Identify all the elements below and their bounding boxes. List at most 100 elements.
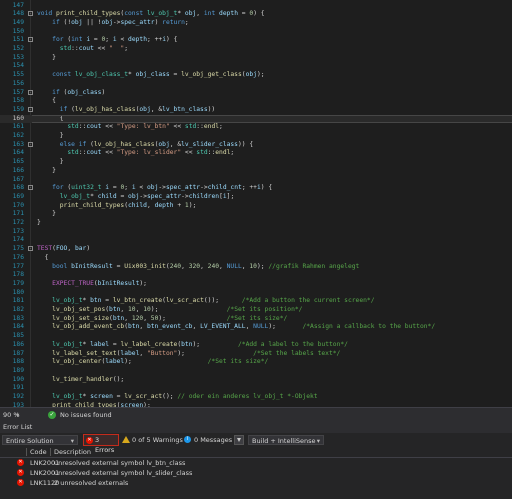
code-line[interactable]: 168- for (uint32_t i = 0; i < obj->spec_… [0,184,512,193]
code-token: * [128,71,136,79]
filter-icon[interactable] [234,435,244,445]
code-line[interactable]: 189 [0,367,512,376]
collapse-icon[interactable]: - [28,37,33,43]
code-line[interactable]: 171 } [0,210,512,219]
code-line[interactable]: 181 lv_obj_t* btn = lv_btn_create(lv_scr… [0,297,512,306]
code-token: if [52,88,64,96]
code-token: ) { [260,184,273,192]
code-line[interactable]: 187 lv_label_set_text(label, "Button"); … [0,350,512,359]
code-line[interactable]: 158 { [0,97,512,106]
code-line[interactable]: 172} [0,219,512,228]
issues-status-text[interactable]: No issues found [60,411,112,419]
code-line[interactable]: 192 lv_obj_t* screen = lv_scr_act(); // … [0,393,512,402]
code-line[interactable]: 173 [0,228,512,237]
code-token: = [112,393,125,400]
code-line[interactable]: 175- TEST(FOO, bar) [0,245,512,254]
error-icon: ✕ [17,469,24,476]
code-token: , [124,314,132,322]
code-line[interactable]: 164 std::cout << "Type: lv_slider" << st… [0,149,512,158]
code-line[interactable]: 170 print_child_types(child, depth + 1); [0,202,512,211]
column-header-description[interactable]: Description [54,447,91,457]
code-line[interactable]: 147 [0,2,512,11]
code-line[interactable]: 185 [0,332,512,341]
code-line[interactable]: 151- for (int i = 0; i < depth; ++i) { [0,36,512,45]
code-token: obj_class [67,88,102,96]
errors-filter-button[interactable]: ✕ 3 Errors [83,434,119,454]
collapse-icon[interactable]: - [28,106,33,112]
code-line[interactable]: 178 [0,271,512,280]
code-token: * [82,393,91,400]
code-line[interactable]: 183 lv_obj_set_size(btn, 120, 50); /*Set… [0,315,512,324]
code-text: std::cout << "Type: lv_slider" << std::e… [37,149,234,158]
warnings-filter-button[interactable]: 0 of 5 Warnings [122,436,183,444]
line-number: 173 [12,227,24,235]
code-line[interactable]: 153 } [0,54,512,63]
code-line[interactable]: 154 [0,62,512,71]
code-line[interactable]: 180 [0,289,512,298]
error-row[interactable]: ✕ LNK2001 unresolved external symbol lv_bt… [0,458,512,468]
code-text: std::cout << "Type: lv_btn" << std::endl… [37,123,223,132]
column-header-code[interactable]: Code [30,447,47,457]
code-line[interactable]: 190 lv_timer_handler(); [0,376,512,385]
code-line[interactable]: 148- void print_child_types(const lv_obj_… [0,10,512,19]
code-token: depth [128,36,148,44]
code-token: void [37,10,56,18]
code-line[interactable]: 177 bool bInitResult = Uix003_init(240, … [0,263,512,272]
code-token: ) [86,245,91,253]
build-source-dropdown[interactable]: Build + IntelliSense ▾ [248,435,324,445]
code-line[interactable]: 191 [0,384,512,393]
code-line[interactable]: 166 } [0,167,512,176]
collapse-icon[interactable]: - [28,185,33,191]
code-line[interactable]: 167 [0,176,512,185]
code-line[interactable]: 169 lv_obj_t* child = obj->spec_attr->ch… [0,193,512,202]
code-token: if [52,18,64,26]
code-token: { [37,253,49,261]
line-number: 192 [12,393,24,400]
code-token: = [101,297,113,305]
code-token: } [37,53,56,61]
code-line[interactable]: 162 } [0,132,512,141]
code-line[interactable]: 159- if (lv_obj_has_class(obj, &lv_btn_c… [0,106,512,115]
code-line[interactable]: 160 { [0,114,512,124]
code-line[interactable]: 176 { [0,254,512,263]
collapse-icon[interactable]: - [28,246,33,252]
code-token: lv_label_set_text [52,349,117,357]
collapse-icon[interactable]: - [28,89,33,95]
code-token: lv_obj_has_class [93,140,155,148]
zoom-dropdown-icon[interactable]: ▾ [16,411,19,419]
code-token: 120 [131,314,144,322]
code-line[interactable]: 156 [0,80,512,89]
column-separator[interactable] [26,448,27,456]
code-token: + [173,201,185,209]
code-editor[interactable]: 147 148- void print_child_types(const lv_o… [0,0,512,407]
collapse-icon[interactable]: - [28,141,33,147]
code-line[interactable]: 149 if (!obj || !obj->spec_attr) return; [0,19,512,28]
code-line[interactable]: 186 lv_obj_t* label = lv_label_create(bt… [0,341,512,350]
code-line[interactable]: 188 lv_obj_center(label); /*Set its size… [0,358,512,367]
error-row[interactable]: ✕ LNK2001 unresolved external symbol lv_sl… [0,468,512,478]
code-token: , [139,323,147,331]
line-number: 179 [12,279,24,287]
collapse-icon[interactable]: - [28,11,33,17]
code-token: :: [71,45,79,52]
code-line[interactable]: 179 EXPECT_TRUE(bInitResult); [0,280,512,289]
code-line[interactable]: 165 } [0,158,512,167]
code-line[interactable]: 152 std::cout << " "; [0,45,512,54]
column-separator[interactable] [50,448,51,456]
scope-dropdown[interactable]: Entire Solution ▾ [2,435,78,445]
code-line[interactable]: 161 std::cout << "Type: lv_btn" << std::… [0,123,512,132]
error-row[interactable]: ✕ LNK1120 2 unresolved externals [0,478,512,488]
code-line[interactable]: 163- else if (lv_obj_has_class(obj, &lv_… [0,141,512,150]
code-line[interactable]: 184 lv_obj_add_event_cb(btn, btn_event_c… [0,323,512,332]
build-source-value: Build + IntelliSense [252,437,316,445]
code-line[interactable]: 157- if (obj_class) [0,89,512,98]
code-line[interactable]: 182 lv_obj_set_pos(btn, 10, 10); /*Set i… [0,306,512,315]
code-line[interactable]: 150 [0,28,512,37]
messages-filter-button[interactable]: i 0 Messages [184,436,232,444]
code-token: print_child_types [55,10,121,18]
code-line[interactable]: 174 [0,236,512,245]
code-line[interactable]: 155 const lv_obj_class_t* obj_class = lv… [0,71,512,80]
code-token: "Type: lv_slider" [116,149,182,157]
code-text: } [37,210,56,219]
